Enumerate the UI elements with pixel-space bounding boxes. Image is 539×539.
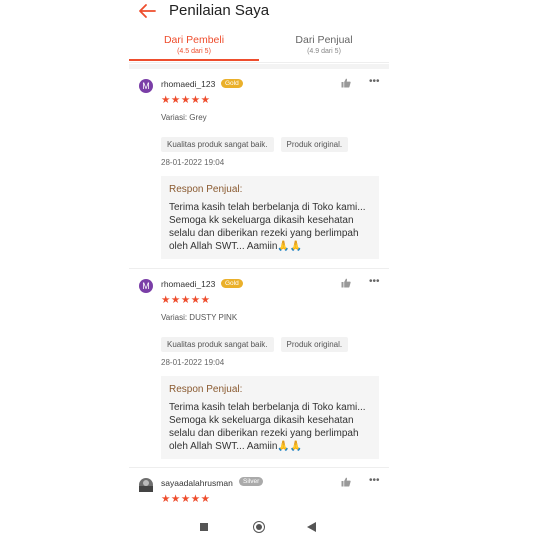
product-variant: Variasi: DUSTY PINK (161, 313, 238, 322)
reviewer-username: rhomaedi_123 (161, 79, 216, 89)
seller-response: Respon Penjual: Terima kasih telah berbe… (161, 176, 379, 259)
review-item: M rhomaedi_123 Gold ••• ★★★★★ Variasi: D… (129, 276, 389, 466)
arrow-left-icon[interactable] (137, 3, 157, 19)
tab-from-seller-score: (4.9 dari 5) (307, 48, 341, 55)
more-dots-icon[interactable]: ••• (369, 475, 380, 486)
more-dots-icon[interactable]: ••• (369, 276, 380, 287)
member-badge: Silver (239, 477, 264, 486)
system-nav-bar (129, 512, 389, 539)
page-title: Penilaian Saya (169, 2, 270, 19)
reviewer-username: sayaadalahrusman (161, 478, 233, 488)
avatar[interactable] (139, 478, 153, 492)
review-date: 28-01-2022 19:04 (161, 358, 225, 367)
seller-response-text: Terima kasih telah berbelanja di Toko ka… (169, 202, 366, 252)
review-item: M rhomaedi_123 Gold ••• ★★★★★ Variasi: G… (129, 76, 389, 266)
thumbs-up-icon[interactable] (341, 477, 351, 487)
review-tag: Kualitas produk sangat baik. (161, 137, 274, 152)
square-icon[interactable] (200, 523, 208, 531)
review-tag: Produk original. (280, 337, 349, 352)
thumbs-up-icon[interactable] (341, 78, 351, 88)
tab-from-seller[interactable]: Dari Penjual (4.9 dari 5) (259, 34, 389, 62)
top-bar: Penilaian Saya (129, 0, 389, 24)
active-tab-indicator (129, 59, 259, 61)
tab-from-buyer[interactable]: Dari Pembeli (4.5 dari 5) (129, 34, 259, 62)
star-rating: ★★★★★ (161, 94, 211, 106)
seller-response-label: Respon Penjual: (169, 184, 243, 195)
tab-from-buyer-label: Dari Pembeli (163, 34, 225, 46)
member-badge: Gold (221, 279, 243, 288)
user-photo-icon (139, 480, 153, 492)
avatar[interactable]: M (139, 79, 153, 93)
review-tag: Produk original. (280, 137, 349, 152)
divider (129, 268, 389, 269)
seller-response-label: Respon Penjual: (169, 384, 243, 395)
review-date: 28-01-2022 19:04 (161, 158, 225, 167)
tab-from-seller-label: Dari Penjual (295, 34, 353, 46)
divider (129, 467, 389, 468)
circle-icon[interactable] (253, 521, 265, 533)
reviewer-username: rhomaedi_123 (161, 279, 216, 289)
thumbs-up-icon[interactable] (341, 278, 351, 288)
avatar[interactable]: M (139, 279, 153, 293)
more-dots-icon[interactable]: ••• (369, 76, 380, 87)
seller-response: Respon Penjual: Terima kasih telah berbe… (161, 376, 379, 459)
star-rating: ★★★★★ (161, 294, 211, 306)
ratings-screen: Penilaian Saya Dari Pembeli (4.5 dari 5)… (129, 0, 389, 539)
review-item: sayaadalahrusman Silver ••• ★★★★★ (129, 475, 389, 511)
review-tag: Kualitas produk sangat baik. (161, 337, 274, 352)
seller-response-text: Terima kasih telah berbelanja di Toko ka… (169, 402, 366, 452)
member-badge: Gold (221, 79, 243, 88)
product-variant: Variasi: Grey (161, 113, 207, 122)
star-rating: ★★★★★ (161, 493, 211, 505)
review-tags: Kualitas produk sangat baik. Produk origi… (161, 134, 355, 152)
tab-from-buyer-score: (4.5 dari 5) (177, 48, 211, 55)
section-divider (129, 64, 389, 69)
triangle-back-icon[interactable] (307, 522, 316, 532)
review-tags: Kualitas produk sangat baik. Produk origi… (161, 334, 355, 352)
